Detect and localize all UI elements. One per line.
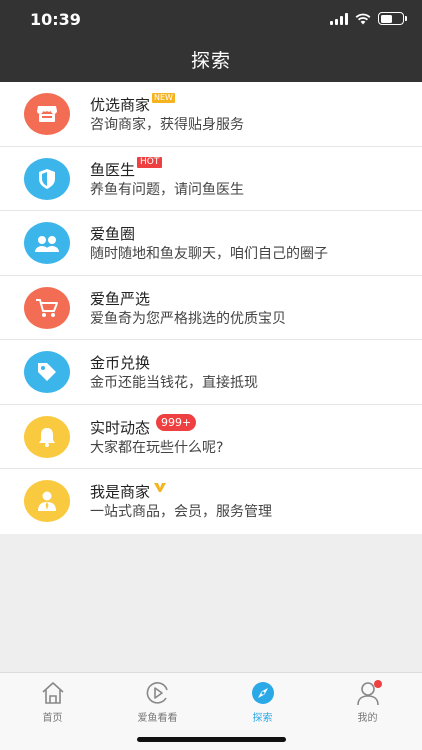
- list-item-preferred-merchants[interactable]: 优选商家 NEW 咨询商家，获得贴身服务: [0, 82, 422, 147]
- tag-icon: [24, 351, 70, 393]
- shop-icon: [24, 93, 70, 135]
- status-bar: 10:39: [0, 0, 422, 42]
- compass-icon: [251, 682, 274, 704]
- wifi-icon: [355, 13, 371, 24]
- merchant-icon: [24, 480, 70, 522]
- item-desc: 随时随地和鱼友聊天，咱们自己的圈子: [90, 246, 328, 262]
- tab-label: 首页: [42, 713, 63, 724]
- item-name: 金币兑换: [90, 354, 151, 372]
- item-name: 实时动态: [90, 418, 151, 437]
- item-name: 优选商家: [90, 96, 151, 114]
- shield-icon: [24, 157, 70, 200]
- item-name: 我是商家: [90, 483, 151, 501]
- tab-explore[interactable]: 探索: [210, 680, 315, 724]
- hot-badge: HOT: [137, 156, 163, 168]
- new-badge: NEW: [152, 93, 175, 103]
- home-indicator: [137, 737, 286, 742]
- tab-label: 探索: [252, 713, 273, 724]
- page-title: 探索: [190, 50, 231, 72]
- cellular-signal-icon: [330, 12, 348, 25]
- item-desc: 养鱼有问题，请问鱼医生: [90, 181, 244, 198]
- list-item-coin-exchange[interactable]: 金币兑换 金币还能当钱花，直接抵现: [0, 340, 422, 405]
- count-badge: 999+: [156, 413, 197, 431]
- bell-icon: [24, 415, 70, 458]
- battery-icon: [378, 12, 407, 25]
- people-icon: [24, 222, 70, 264]
- item-name: 鱼医生: [90, 160, 136, 179]
- tab-label: 爱鱼看看: [137, 713, 178, 724]
- list-item-merchant[interactable]: 我是商家 一站式商品，会员，服务管理: [0, 469, 422, 534]
- item-desc: 咨询商家，获得贴身服务: [90, 117, 244, 133]
- item-desc: 一站式商品，会员，服务管理: [90, 504, 272, 520]
- list-item-fish-circle[interactable]: 爱鱼圈 随时随地和鱼友聊天，咱们自己的圈子: [0, 211, 422, 276]
- tab-label: 我的: [357, 713, 378, 724]
- item-name: 爱鱼圈: [90, 225, 136, 243]
- verified-v-icon: [154, 483, 167, 492]
- notification-dot: [374, 680, 382, 688]
- nav-bar: 探索: [0, 42, 422, 82]
- tab-watch[interactable]: 爱鱼看看: [105, 680, 210, 724]
- status-icons: [330, 12, 407, 25]
- home-icon: [41, 682, 64, 704]
- explore-list: 优选商家 NEW 咨询商家，获得贴身服务 鱼医生 HOT 养鱼有问题，请问鱼医生: [0, 82, 422, 534]
- tab-mine[interactable]: 我的: [315, 680, 420, 724]
- item-desc: 大家都在玩些什么呢?: [90, 439, 224, 456]
- tab-home[interactable]: 首页: [0, 680, 105, 724]
- item-desc: 爱鱼奇为您严格挑选的优质宝贝: [90, 310, 286, 327]
- video-icon: [146, 682, 168, 704]
- list-item-strict-selection[interactable]: 爱鱼严选 爱鱼奇为您严格挑选的优质宝贝: [0, 276, 422, 340]
- item-desc: 金币还能当钱花，直接抵现: [90, 375, 258, 391]
- list-item-live-feed[interactable]: 实时动态 999+ 大家都在玩些什么呢?: [0, 405, 422, 469]
- status-time: 10:39: [30, 10, 81, 29]
- item-name: 爱鱼严选: [90, 289, 151, 308]
- cart-icon: [24, 286, 70, 329]
- list-item-fish-doctor[interactable]: 鱼医生 HOT 养鱼有问题，请问鱼医生: [0, 147, 422, 211]
